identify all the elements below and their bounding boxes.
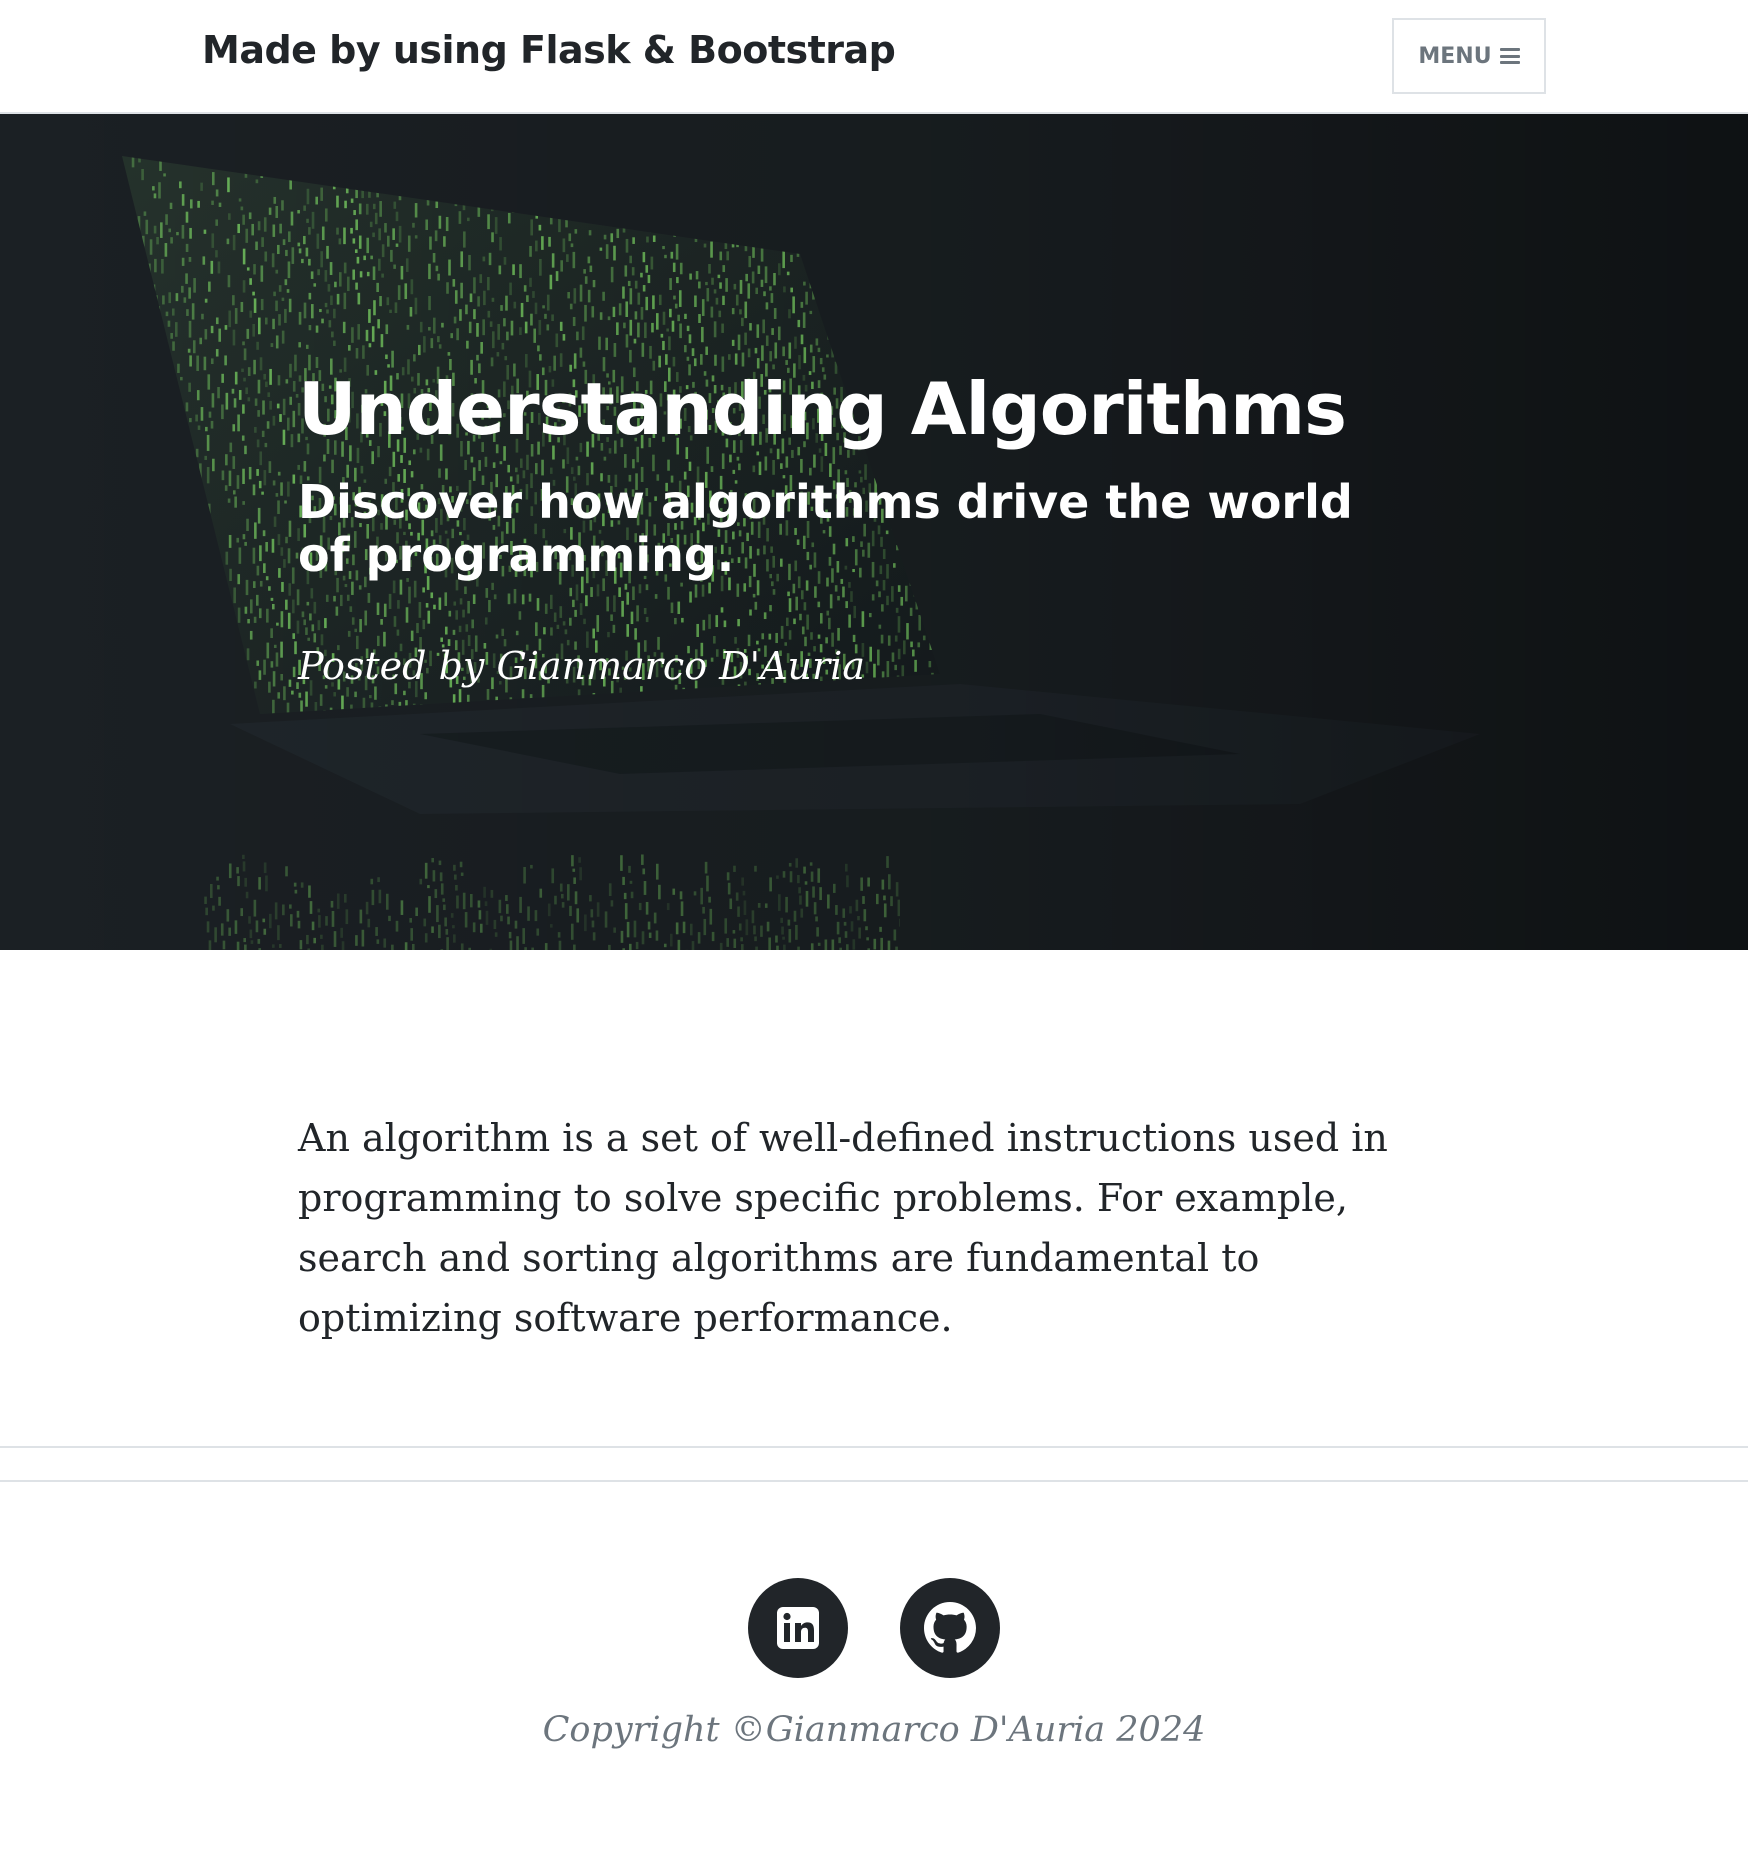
hamburger-icon [1499,48,1520,64]
github-link[interactable] [900,1578,1000,1678]
post-body-text: An algorithm is a set of well-defined in… [298,1116,1388,1340]
navbar-brand[interactable]: Made by using Flask & Bootstrap [202,28,896,72]
menu-toggle-button[interactable]: MENU [1392,18,1546,94]
post-title: Understanding Algorithms [298,367,1347,451]
post-header: Understanding Algorithms Discover how al… [0,114,1748,950]
github-icon [924,1602,976,1653]
menu-label: MENU [1418,43,1492,69]
linkedin-icon [777,1607,819,1649]
post-subtitle: Discover how algorithms drive the world … [298,475,1353,582]
post-meta: Posted by Gianmarco D'Auria [298,644,865,688]
navbar: Made by using Flask & Bootstrap MENU [0,0,1748,114]
footer-divider [0,1480,1748,1482]
copyright-text: Copyright ©Gianmarco D'Auria 2024 [542,1710,1206,1750]
section-divider [0,1446,1748,1448]
linkedin-link[interactable] [748,1578,848,1678]
